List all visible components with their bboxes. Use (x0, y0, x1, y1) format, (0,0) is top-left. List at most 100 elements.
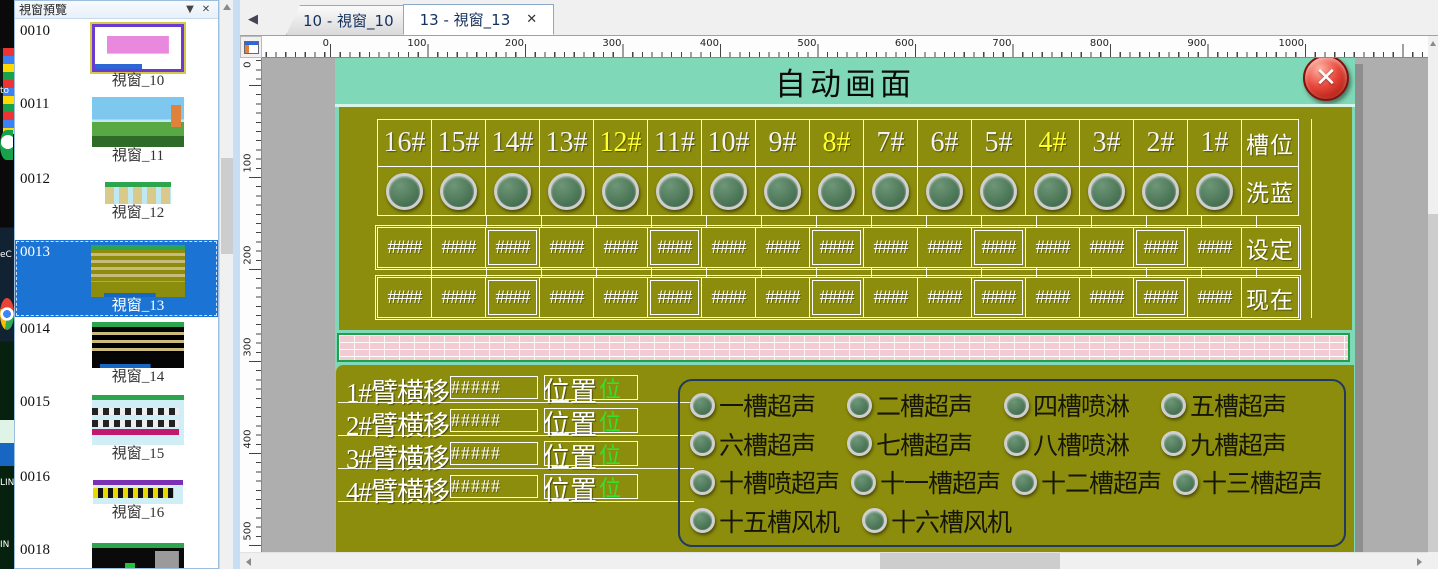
arm-value-display[interactable]: ##### (450, 409, 538, 432)
indicator-lamp[interactable] (847, 393, 872, 418)
indicator-r3-c0[interactable]: 十五槽风机 (690, 503, 862, 539)
slot-header-11[interactable]: 11# (647, 119, 702, 167)
indicator-lamp[interactable] (690, 431, 715, 456)
slot-header-10[interactable]: 10# (701, 119, 756, 167)
sidebar-item-0015[interactable]: 0015視窗_15 (15, 390, 218, 465)
window-thumbnail[interactable] (92, 97, 184, 147)
sidebar-item-0012[interactable]: 0012視窗_12 (15, 167, 218, 240)
tab-scroll-back-icon[interactable]: ◀ (248, 12, 258, 27)
now-value-14[interactable]: #### (1133, 277, 1188, 318)
slot-header-9[interactable]: 9# (755, 119, 810, 167)
indicator-r2-c1[interactable]: 十一槽超声 (851, 464, 1012, 500)
indicator-lamp[interactable] (1173, 470, 1198, 495)
indicator-r1-c3[interactable]: 九槽超声 (1161, 426, 1318, 462)
sidebar-scrollbar-thumb[interactable] (221, 158, 233, 254)
indicator-r0-c0[interactable]: 一槽超声 (690, 387, 847, 423)
tab-close-icon[interactable]: ✕ (526, 12, 537, 27)
now-value-3[interactable]: #### (539, 277, 594, 318)
slot-lamp-5[interactable] (656, 173, 693, 210)
window-thumbnail[interactable] (92, 543, 184, 569)
indicator-r0-c1[interactable]: 二槽超声 (847, 387, 1004, 423)
window-thumbnail[interactable] (105, 182, 171, 204)
window-thumbnail[interactable] (92, 395, 184, 445)
now-value-10[interactable]: #### (917, 277, 972, 318)
slot-lamp-8[interactable] (818, 173, 855, 210)
window-thumbnail[interactable] (91, 245, 185, 297)
tab-1[interactable]: 13 - 視窗_13✕ (403, 4, 555, 35)
panel-close-icon[interactable]: ✕ (198, 4, 214, 15)
indicator-lamp[interactable] (690, 508, 715, 533)
window-thumbnail[interactable] (92, 24, 184, 72)
sidebar-item-0016[interactable]: 0016視窗_16 (15, 465, 218, 538)
sidebar-item-0010[interactable]: 0010視窗_10 (15, 19, 218, 92)
indicator-lamp[interactable] (847, 431, 872, 456)
sidebar-item-0013[interactable]: 0013視窗_13 (15, 240, 218, 317)
slot-header-3[interactable]: 3# (1079, 119, 1134, 167)
slot-header-13[interactable]: 13# (539, 119, 594, 167)
now-value-4[interactable]: #### (593, 277, 648, 318)
set-value-13[interactable]: #### (1079, 227, 1134, 268)
slot-header-6[interactable]: 6# (917, 119, 972, 167)
now-value-12[interactable]: #### (1025, 277, 1080, 318)
slot-header-5[interactable]: 5# (971, 119, 1026, 167)
set-value-4[interactable]: #### (593, 227, 648, 268)
indicator-lamp[interactable] (690, 470, 715, 495)
arm-value-display[interactable]: ##### (450, 376, 538, 399)
indicator-r2-c3[interactable]: 十三槽超声 (1173, 464, 1334, 500)
slot-header-1[interactable]: 1# (1187, 119, 1242, 167)
arm-position-display[interactable]: 位置位 (544, 375, 638, 400)
set-value-5[interactable]: #### (647, 227, 702, 268)
slot-lamp-15[interactable] (1196, 173, 1233, 210)
now-value-6[interactable]: #### (701, 277, 756, 318)
set-value-9[interactable]: #### (863, 227, 918, 268)
indicator-r1-c0[interactable]: 六槽超声 (690, 426, 847, 462)
horizontal-scrollbar-thumb[interactable] (880, 553, 1060, 569)
now-value-9[interactable]: #### (863, 277, 918, 318)
slot-lamp-12[interactable] (1034, 173, 1071, 210)
now-value-0[interactable]: #### (377, 277, 432, 318)
indicator-lamp[interactable] (1004, 393, 1029, 418)
slot-header-12[interactable]: 12# (593, 119, 648, 167)
scroll-up-arrow-icon[interactable] (223, 4, 231, 10)
indicator-lamp[interactable] (1161, 393, 1186, 418)
desktop-chrome-icon[interactable] (0, 298, 14, 330)
arm-value-display[interactable]: ##### (450, 442, 538, 465)
slot-header-14[interactable]: 14# (485, 119, 540, 167)
slot-header-16[interactable]: 16# (377, 119, 432, 167)
indicator-r1-c2[interactable]: 八槽喷淋 (1004, 426, 1161, 462)
indicator-r2-c2[interactable]: 十二槽超声 (1012, 464, 1173, 500)
set-value-10[interactable]: #### (917, 227, 972, 268)
slot-lamp-0[interactable] (386, 173, 423, 210)
now-value-15[interactable]: #### (1187, 277, 1242, 318)
slot-lamp-4[interactable] (602, 173, 639, 210)
sidebar-scrollbar[interactable] (219, 0, 233, 569)
slot-lamp-10[interactable] (926, 173, 963, 210)
indicator-r2-c0[interactable]: 十槽喷超声 (690, 464, 851, 500)
indicator-lamp[interactable] (862, 508, 887, 533)
scroll-left-arrow-icon[interactable] (246, 558, 251, 566)
set-value-1[interactable]: #### (431, 227, 486, 268)
now-value-13[interactable]: #### (1079, 277, 1134, 318)
indicator-r0-c3[interactable]: 五槽超声 (1161, 387, 1318, 423)
indicator-r1-c1[interactable]: 七槽超声 (847, 426, 1004, 462)
arm-position-display[interactable]: 位置位 (544, 474, 638, 499)
slot-lamp-13[interactable] (1088, 173, 1125, 210)
vertical-scrollbar-thumb[interactable] (1428, 214, 1438, 552)
now-value-2[interactable]: #### (485, 277, 540, 318)
set-value-15[interactable]: #### (1187, 227, 1242, 268)
slot-lamp-1[interactable] (440, 173, 477, 210)
desktop-green-app-icon[interactable] (0, 130, 13, 160)
indicator-lamp[interactable] (851, 470, 876, 495)
window-thumbnail[interactable] (92, 322, 184, 368)
panel-collapse-icon[interactable]: ▼ (182, 4, 198, 15)
slot-header-15[interactable]: 15# (431, 119, 486, 167)
set-value-0[interactable]: #### (377, 227, 432, 268)
desktop-blue-app-icon[interactable] (0, 420, 14, 466)
now-value-5[interactable]: #### (647, 277, 702, 318)
now-value-1[interactable]: #### (431, 277, 486, 318)
arm-position-display[interactable]: 位置位 (544, 441, 638, 466)
canvas-horizontal-scrollbar[interactable] (240, 552, 1428, 569)
design-canvas[interactable]: 自动画面 ✕ 16#15#14#13#12#11#10#9#8#7#6#5#4#… (262, 58, 1428, 552)
indicator-r0-c2[interactable]: 四槽喷淋 (1004, 387, 1161, 423)
slot-lamp-3[interactable] (548, 173, 585, 210)
